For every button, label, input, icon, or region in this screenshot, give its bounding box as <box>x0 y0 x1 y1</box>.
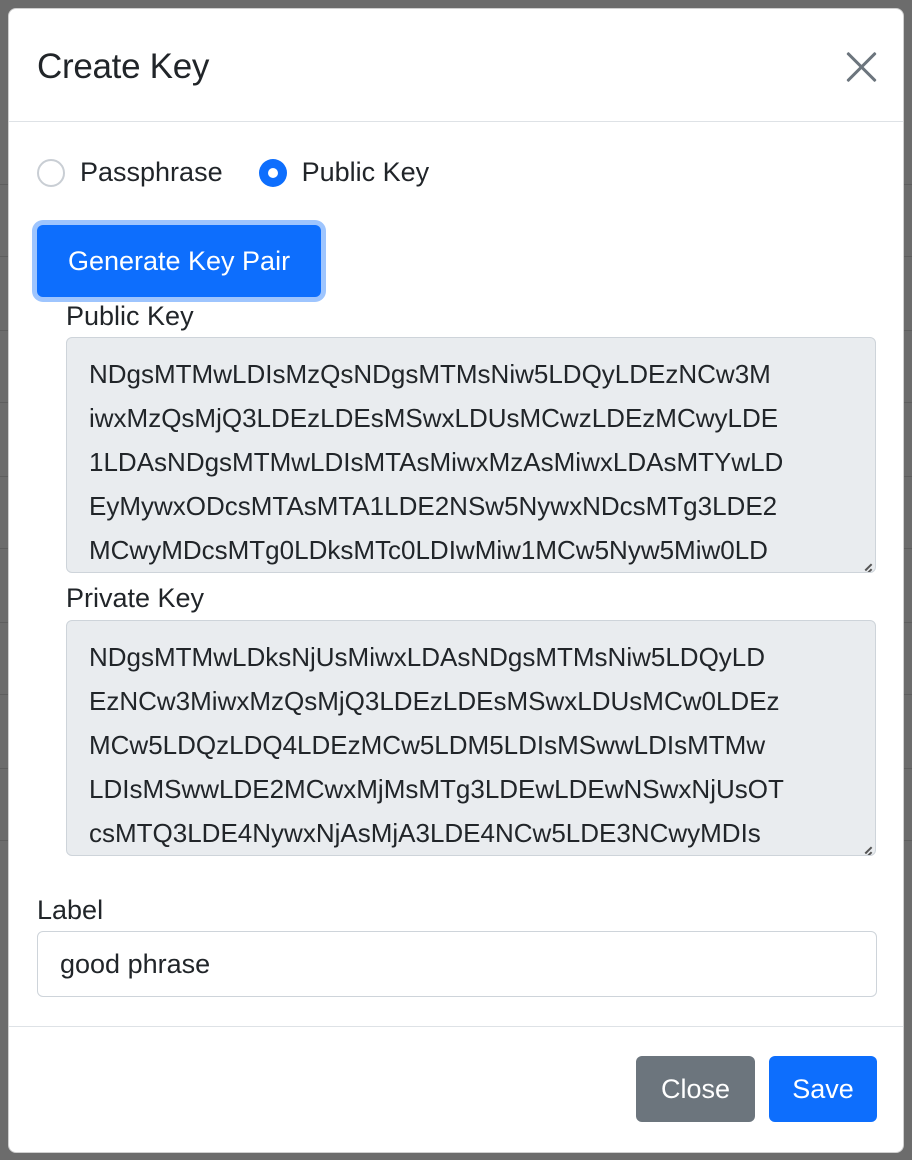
generate-key-pair-button[interactable]: Generate Key Pair <box>37 225 321 297</box>
close-button[interactable]: Close <box>636 1056 755 1122</box>
public-key-line: EyMywxODcsMTAsMTA1LDE2NSw5NywxNDcsMTg3LD… <box>89 491 778 521</box>
private-key-label: Private Key <box>66 583 205 613</box>
create-key-dialog: Create Key Passphrase Public Key Generat… <box>8 8 904 1153</box>
public-key-radio-label[interactable]: Public Key <box>302 157 430 188</box>
public-key-line: iwxMzQsMjQ3LDEzLDEsMSwxLDUsMCwzLDEzMCwyL… <box>89 403 779 433</box>
dialog-footer-divider <box>9 1026 903 1027</box>
passphrase-radio-label[interactable]: Passphrase <box>80 157 223 188</box>
private-key-line: NDgsMTMwLDksNjUsMiwxLDAsNDgsMTMsNiw5LDQy… <box>89 642 766 672</box>
public-key-label: Public Key <box>66 301 194 331</box>
label-field-label: Label <box>37 895 104 925</box>
private-key-line: MCw5LDQzLDQ4LDEzMCw5LDM5LDIsMSwwLDIsMTMw <box>89 730 766 760</box>
save-button[interactable]: Save <box>769 1056 877 1122</box>
dialog-header: Create Key <box>9 9 903 122</box>
dialog-title: Create Key <box>37 47 210 86</box>
label-input[interactable] <box>37 931 877 997</box>
resize-handle-icon[interactable] <box>858 838 872 852</box>
close-icon[interactable] <box>845 51 877 83</box>
private-key-line: csMTQ3LDE4NywxNjAsMjA3LDE4NCw5LDE3NCwyMD… <box>89 818 761 848</box>
public-key-line: 1LDAsNDgsMTMwLDIsMTAsMiwxMzAsMiwxLDAsMTY… <box>89 447 784 477</box>
private-key-line: EzNCw3MiwxMzQsMjQ3LDEzLDEsMSwxLDUsMCw0LD… <box>89 686 780 716</box>
key-type-radio-group: Passphrase Public Key <box>37 157 465 188</box>
resize-handle-icon[interactable] <box>858 555 872 569</box>
public-key-line: MCwyMDcsMTg0LDksMTc0LDIwMiw1MCw5Nyw5Miw0… <box>89 535 768 565</box>
public-key-line: NDgsMTMwLDIsMzQsNDgsMTMsNiw5LDQyLDEzNCw3… <box>89 359 771 389</box>
public-key-radio[interactable] <box>258 158 287 187</box>
private-key-textarea[interactable]: NDgsMTMwLDksNjUsMiwxLDAsNDgsMTMsNiw5LDQy… <box>66 620 876 856</box>
public-key-textarea[interactable]: NDgsMTMwLDIsMzQsNDgsMTMsNiw5LDQyLDEzNCw3… <box>66 337 876 573</box>
passphrase-radio[interactable] <box>37 158 65 187</box>
private-key-line: LDIsMSwwLDE2MCwxMjMsMTg3LDEwLDEwNSwxNjUs… <box>89 774 784 804</box>
